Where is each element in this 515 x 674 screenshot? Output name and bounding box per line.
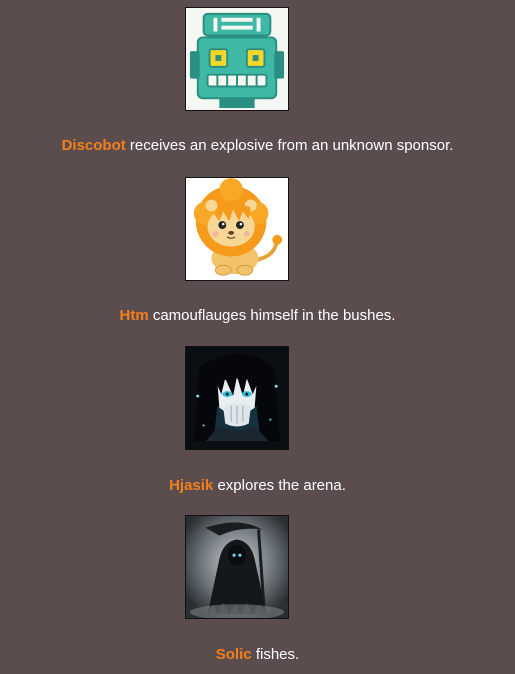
anime-character-icon	[185, 346, 289, 450]
event-text: Htm camouflauges himself in the bushes.	[0, 307, 515, 325]
event-action: receives an explosive from an unknown sp…	[125, 137, 454, 154]
event-text: Discobot receives an explosive from an u…	[0, 137, 515, 155]
tribute-name: Htm	[119, 307, 149, 324]
tribute-name: Hjasik	[169, 477, 214, 494]
tribute-name: Solic	[215, 646, 252, 663]
event-action: fishes.	[251, 646, 300, 663]
tribute-name: Discobot	[61, 137, 126, 154]
event-text: Solic fishes.	[0, 646, 515, 664]
event-action: explores the arena.	[213, 477, 346, 494]
cartoon-lion-icon	[185, 177, 289, 281]
event-action: camouflauges himself in the bushes.	[148, 307, 396, 324]
event-text: Hjasik explores the arena.	[0, 477, 515, 495]
grim-reaper-icon	[185, 515, 289, 619]
robot-face-icon	[185, 7, 289, 111]
